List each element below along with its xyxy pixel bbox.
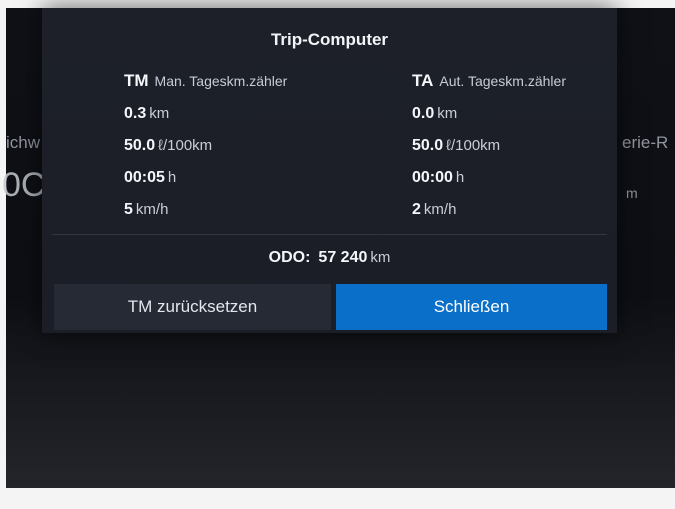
ta-speed-unit: km/h [423,201,457,218]
ta-speed-value: 2 [412,201,421,218]
ta-column: TA Aut. Tageskm.zähler 0.0 km 50.0 ℓ/100km … [412,66,566,226]
background-left-label: ichw [6,133,41,152]
ta-distance-unit: km [437,105,458,122]
ta-consumption-value: 50.0 [412,137,444,154]
odometer-unit: km [370,249,391,266]
ta-distance-value: 0.0 [412,105,435,122]
tm-speed-unit: km/h [135,201,169,218]
background-right-label: erie-R [622,133,669,152]
close-button[interactable]: Schließen [336,284,607,330]
tm-speed-row: 5 km/h [124,194,287,226]
bezel-left [0,0,6,509]
ta-speed-row: 2 km/h [412,194,566,226]
tm-time-value: 00:05 [124,169,165,186]
tm-distance-value: 0.3 [124,105,147,122]
tm-description: Man. Tageskm.zähler [154,73,288,89]
trip-computer-dialog: Trip-Computer TM Man. Tageskm.zähler 0.3 k… [42,8,617,333]
tm-speed-value: 5 [124,201,133,218]
ta-consumption-row: 50.0 ℓ/100km [412,130,566,162]
odometer-value: 57 240 [318,249,368,266]
tm-distance-unit: km [149,105,170,122]
photo-frame: ichw 0C erie-R m Trip-Computer TM Man. Ta… [0,0,675,509]
background-left-value: 0C [2,166,46,204]
bezel-top [0,0,675,8]
background-right-unit: m [626,185,638,201]
tm-code: TM [124,71,149,90]
tm-time-unit: h [167,169,177,186]
tm-consumption-value: 50.0 [124,137,156,154]
divider [52,234,607,235]
dialog-title: Trip-Computer [270,30,389,49]
odometer-label: ODO: [268,249,311,266]
ta-description: Aut. Tageskm.zähler [439,73,566,89]
ta-code: TA [412,71,434,90]
ta-consumption-unit: ℓ/100km [446,137,501,154]
ta-time-row: 00:00 h [412,162,566,194]
ta-header: TA Aut. Tageskm.zähler [412,66,566,98]
tm-consumption-unit: ℓ/100km [158,137,213,154]
tm-time-row: 00:05 h [124,162,287,194]
ta-distance-row: 0.0 km [412,98,566,130]
tm-column: TM Man. Tageskm.zähler 0.3 km 50.0 ℓ/100km … [124,66,287,226]
odometer-row: ODO: 57 240 km [42,244,617,272]
bezel-bottom [0,488,675,509]
ta-time-unit: h [455,169,465,186]
tm-consumption-row: 50.0 ℓ/100km [124,130,287,162]
ta-time-value: 00:00 [412,169,453,186]
tm-header: TM Man. Tageskm.zähler [124,66,287,98]
reset-tm-button[interactable]: TM zurücksetzen [54,284,331,330]
tm-distance-row: 0.3 km [124,98,287,130]
